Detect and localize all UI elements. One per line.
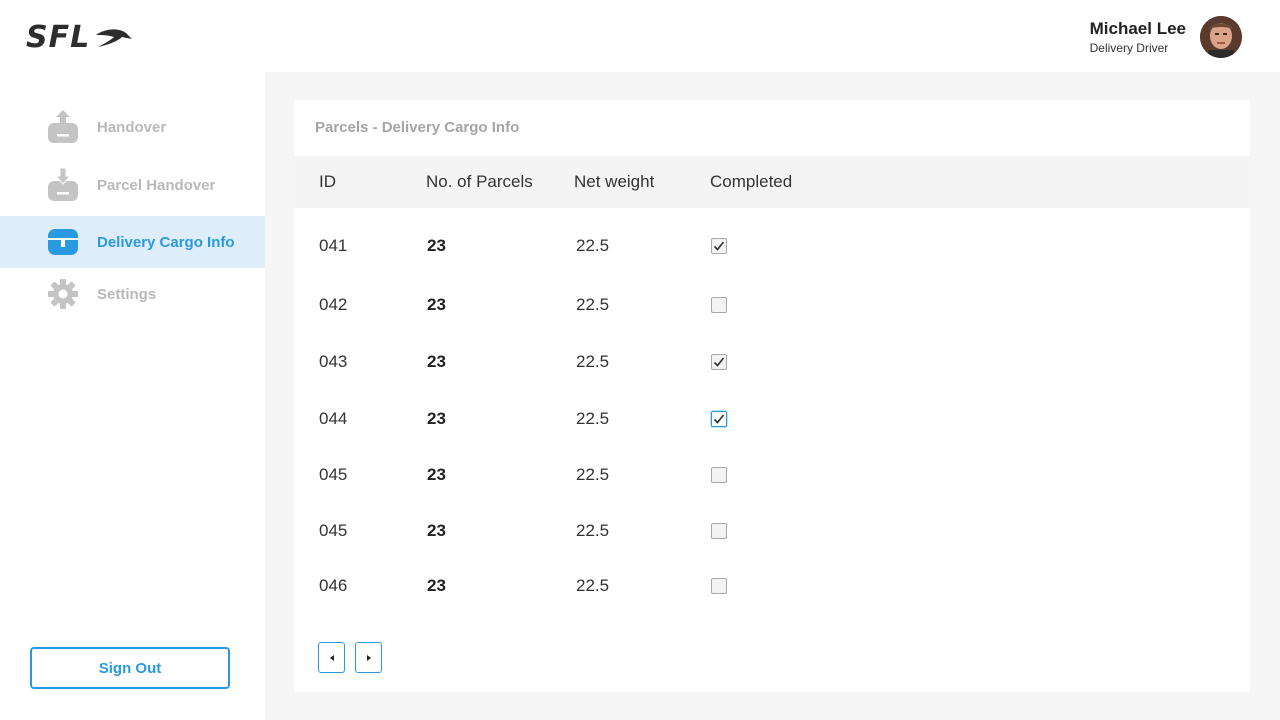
column-header-net-weight: Net weight	[574, 172, 655, 191]
row-parcels: 23	[427, 409, 446, 428]
table-row: 042 23 22.5	[294, 285, 1250, 325]
table-row: 041 23 22.5	[294, 226, 1250, 266]
box-download-icon	[47, 168, 79, 201]
row-parcels: 23	[427, 352, 446, 371]
logo-text: SFL	[26, 20, 91, 55]
table-row: 045 23 22.5	[294, 511, 1250, 551]
row-id: 043	[319, 352, 348, 371]
sidebar-item-parcel-handover[interactable]: Parcel Handover	[0, 159, 265, 211]
parcels-card: Parcels - Delivery Cargo Info ID No. of …	[294, 100, 1250, 692]
main-content: Parcels - Delivery Cargo Info ID No. of …	[265, 72, 1280, 720]
column-header-parcels: No. of Parcels	[426, 172, 533, 191]
user-role: Delivery Driver	[1089, 41, 1169, 55]
row-parcels: 23	[427, 465, 446, 484]
table-row: 045 23 22.5	[294, 455, 1250, 495]
user-name: Michael Lee	[1089, 19, 1186, 38]
completed-checkbox[interactable]	[711, 578, 727, 594]
completed-checkbox[interactable]	[711, 354, 727, 370]
previous-page-button[interactable]	[318, 642, 345, 673]
sidebar: Handover Parcel Handover Delivery Cargo …	[0, 72, 265, 720]
sidebar-item-settings[interactable]: Settings	[0, 268, 265, 320]
gear-icon	[47, 278, 79, 310]
caret-left-icon	[329, 654, 334, 661]
table-row: 044 23 22.5	[294, 399, 1250, 439]
avatar[interactable]	[1200, 16, 1242, 58]
row-parcels: 23	[427, 236, 446, 255]
column-header-completed: Completed	[710, 172, 793, 191]
bird-icon	[96, 29, 133, 47]
sidebar-item-handover[interactable]: Handover	[0, 101, 265, 153]
table-row: 046 23 22.5	[294, 566, 1250, 606]
row-net-weight: 22.5	[576, 236, 610, 255]
row-net-weight: 22.5	[576, 409, 610, 428]
sidebar-item-delivery-cargo-info[interactable]: Delivery Cargo Info	[0, 216, 265, 268]
table-row: 043 23 22.5	[294, 342, 1250, 382]
user-profile[interactable]: Michael Lee Delivery Driver	[1090, 16, 1242, 58]
table-header: ID No. of Parcels Net weight Completed	[294, 156, 1250, 208]
completed-checkbox[interactable]	[711, 523, 727, 539]
top-bar: SFL Michael Lee Delivery Driver	[0, 0, 1280, 72]
row-id: 041	[319, 236, 348, 255]
sfl-logo[interactable]: SFL	[26, 22, 154, 54]
row-id: 045	[319, 465, 348, 484]
row-parcels: 23	[427, 295, 446, 314]
completed-checkbox[interactable]	[711, 297, 727, 313]
row-net-weight: 22.5	[576, 576, 610, 595]
column-header-id: ID	[319, 172, 336, 191]
row-net-weight: 22.5	[576, 465, 610, 484]
card-title: Parcels - Delivery Cargo Info	[315, 119, 520, 136]
row-id: 042	[319, 295, 348, 314]
completed-checkbox[interactable]	[711, 238, 727, 254]
row-id: 045	[319, 521, 348, 540]
completed-checkbox[interactable]	[711, 467, 727, 483]
row-id: 046	[319, 576, 348, 595]
caret-right-icon	[366, 654, 371, 661]
sidebar-item-label: Settings	[97, 285, 157, 303]
row-net-weight: 22.5	[576, 295, 610, 314]
cargo-box-icon	[47, 226, 79, 258]
box-upload-icon	[47, 110, 79, 143]
row-net-weight: 22.5	[576, 352, 610, 371]
completed-checkbox[interactable]	[711, 411, 727, 427]
sidebar-item-label: Parcel Handover	[97, 176, 216, 194]
row-parcels: 23	[427, 521, 446, 540]
row-parcels: 23	[427, 576, 446, 595]
sign-out-button[interactable]: Sign Out	[30, 647, 230, 689]
next-page-button[interactable]	[355, 642, 382, 673]
row-id: 044	[319, 409, 348, 428]
sidebar-item-label: Delivery Cargo Info	[97, 233, 235, 251]
row-net-weight: 22.5	[576, 521, 610, 540]
sidebar-item-label: Handover	[97, 118, 167, 136]
